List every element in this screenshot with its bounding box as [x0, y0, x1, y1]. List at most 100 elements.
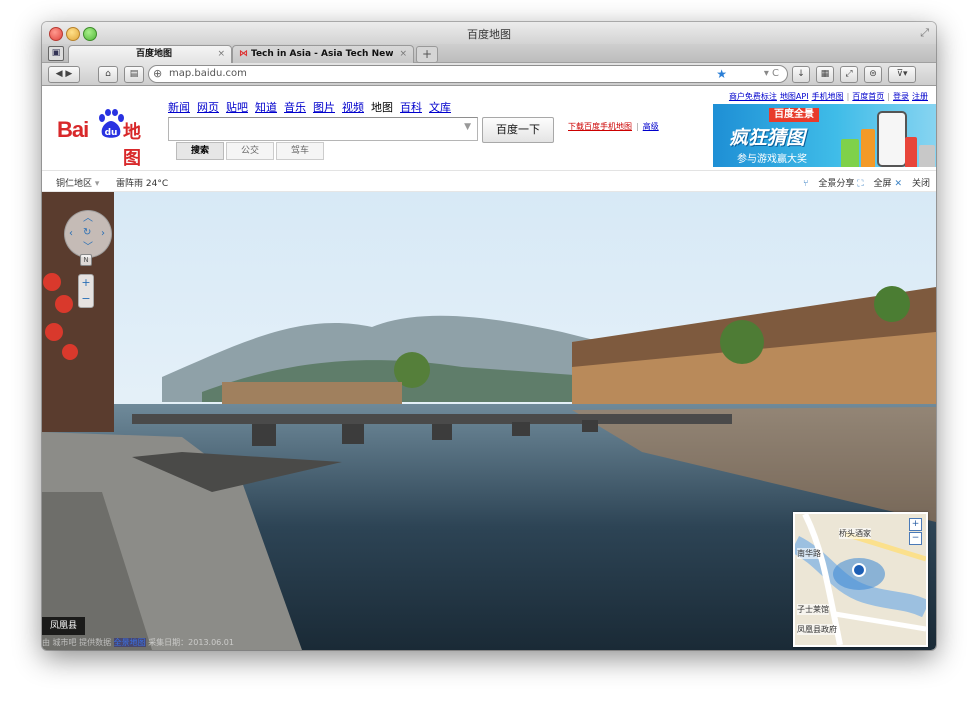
pocket-icon[interactable]: ⊽▾ [888, 66, 916, 83]
pan-control[interactable]: ︿ ‹ ↻ › ﹀ [64, 210, 112, 258]
nav-zhidao[interactable]: 知道 [255, 101, 277, 114]
home-button[interactable]: ⌂ [98, 66, 118, 83]
url-text: map.baidu.com [169, 68, 247, 79]
promo-banner[interactable]: 百度全景 疯狂猜图 参与游戏赢大奖 [713, 104, 936, 167]
nav-music[interactable]: 音乐 [284, 101, 306, 114]
banner-building [861, 129, 875, 167]
back-forward-buttons[interactable]: ◀ ▶ [48, 66, 80, 83]
mobile-map-link[interactable]: 手机地图 [812, 92, 844, 101]
tab-label: 百度地图 [135, 49, 172, 59]
rotate-icon[interactable]: ↻ [83, 228, 91, 238]
panorama-footer: 由 城市吧 提供数据 全景地图 采集日期：2013.06.01 [42, 637, 234, 648]
zoom-control: + − [78, 274, 94, 308]
download-mobile-map-link[interactable]: 下载百度手机地图 [568, 122, 632, 131]
tab-close-icon[interactable]: × [399, 46, 407, 63]
city-selector[interactable]: 铜仁地区 ▾ [56, 176, 99, 189]
tab-driving[interactable]: 驾车 [276, 142, 324, 160]
product-nav: 新闻 网页 贴吧 知道 音乐 图片 视频 地图 百科 文库 [168, 99, 458, 115]
logo-ditu-text: 地图 [123, 122, 141, 169]
minimap-label: 桥头酒家 [839, 528, 871, 539]
logo-bai-text: Bai [57, 117, 89, 142]
tab-transit[interactable]: 公交 [226, 142, 274, 160]
navigation-toolbar: ◀ ▶ ⌂ ▤ ⊕ map.baidu.com ★ ▾ C ↓ ▦ ⤢ ⊜ ⊽▾ [42, 63, 936, 86]
library-icon[interactable]: ▦ [816, 66, 834, 83]
tab-label: Tech in Asia - Asia Tech News f... [251, 49, 393, 59]
window-title: 百度地图 [467, 28, 511, 41]
footer-prefix: 由 城市吧 提供数据 [42, 638, 114, 647]
chevron-left-icon[interactable]: ‹ [69, 229, 73, 239]
tab-search[interactable]: 搜索 [176, 142, 224, 160]
nav-web[interactable]: 网页 [197, 101, 219, 114]
chevron-up-icon[interactable]: ︿ [83, 214, 93, 224]
sub-toolbar: 铜仁地区 ▾ 雷阵雨 24°C ⑂ 全景分享 ⛶ 全屏 ✕ 关闭 [42, 171, 936, 192]
nav-baike[interactable]: 百科 [400, 101, 422, 114]
banner-building [919, 145, 935, 167]
banner-building [905, 137, 917, 167]
street-view-panorama[interactable]: ︿ ‹ ↻ › ﹀ N + − 桥头酒家 子士莱馆 凤凰县政府 南华路 + − … [42, 192, 936, 650]
advanced-search-link[interactable]: 高级 [643, 122, 659, 131]
zoom-in-button[interactable]: + [79, 275, 93, 291]
minimap[interactable]: 桥头酒家 子士莱馆 凤凰县政府 南华路 + − [793, 512, 928, 647]
share-icon: ⑂ [802, 179, 809, 189]
top-links: 商户免费标注 地图API 手机地图 | 百度首页 | 登录 注册 [728, 92, 928, 101]
nav-wenku[interactable]: 文库 [429, 101, 451, 114]
baidu-map-logo[interactable]: Bai du 地图 [57, 109, 157, 169]
tab-baidu-map[interactable]: 百度地图 × [68, 45, 232, 63]
nav-map: 地图 [371, 101, 393, 114]
weather-info: 雷阵雨 24°C [116, 179, 169, 189]
register-link[interactable]: 注册 [912, 92, 928, 101]
tab-bar: ▣ 百度地图 × ⋈ Tech in Asia - Asia Tech News… [42, 44, 936, 63]
minimap-zoom-out-button[interactable]: − [909, 532, 922, 545]
tab-overview-icon[interactable]: ▣ [48, 46, 64, 61]
city-name: 铜仁地区 [56, 179, 93, 189]
bookmarks-button[interactable]: ▤ [124, 66, 144, 83]
baidu-home-link[interactable]: 百度首页 [852, 92, 884, 101]
minimap-label: 凤凰县政府 [797, 624, 837, 635]
footer-highlight-link[interactable]: 全景地图 [113, 638, 146, 647]
tab-tech-in-asia[interactable]: ⋈ Tech in Asia - Asia Tech News f... × [232, 45, 414, 63]
tab-close-icon[interactable]: × [217, 46, 225, 63]
minimap-label: 子士莱馆 [797, 604, 829, 615]
rss-icon[interactable]: ⊜ [864, 66, 882, 83]
download-icon[interactable]: ↓ [792, 66, 810, 83]
close-panorama-button[interactable]: 关闭 [912, 179, 930, 189]
compass-north-icon[interactable]: N [80, 254, 92, 266]
chevron-down-icon[interactable]: ▼ [464, 122, 471, 132]
minimap-zoom-in-button[interactable]: + [909, 518, 922, 531]
resize-icon[interactable]: ⤢ [840, 66, 858, 83]
chevron-right-icon[interactable]: › [101, 229, 105, 239]
location-label: 凤凰县 [42, 617, 86, 635]
browser-window: 百度地图 ⤢ ▣ 百度地图 × ⋈ Tech in Asia - Asia Te… [42, 22, 936, 650]
new-tab-button[interactable]: + [416, 46, 438, 63]
tech-in-asia-favicon-icon: ⋈ [239, 49, 248, 59]
page-content: Bai du 地图 新闻 网页 贴吧 知道 音乐 图片 视频 地图 百科 文库 ▼ 百度一下 [42, 86, 936, 650]
merchant-mark-link[interactable]: 商户免费标注 [729, 92, 777, 101]
address-bar[interactable]: ⊕ map.baidu.com ★ ▾ C [148, 65, 788, 83]
fullscreen-icon[interactable]: ⤢ [920, 26, 929, 40]
fullscreen-button[interactable]: 全屏 [874, 179, 892, 189]
banner-building [841, 139, 859, 167]
nav-video[interactable]: 视频 [342, 101, 364, 114]
baidu-header: Bai du 地图 新闻 网页 贴吧 知道 音乐 图片 视频 地图 百科 文库 ▼ 百度一下 [42, 86, 936, 171]
nav-news[interactable]: 新闻 [168, 101, 190, 114]
search-input[interactable]: ▼ [168, 117, 478, 141]
nav-tieba[interactable]: 贴吧 [226, 101, 248, 114]
fullscreen-icon: ⛶ [857, 179, 864, 189]
zoom-out-button[interactable]: − [79, 291, 93, 307]
chevron-down-icon[interactable]: ﹀ [83, 243, 93, 253]
banner-phone [877, 111, 907, 167]
map-api-link[interactable]: 地图API [780, 92, 809, 101]
nav-images[interactable]: 图片 [313, 101, 335, 114]
login-link[interactable]: 登录 [893, 92, 909, 101]
bookmark-star-icon[interactable]: ★ [716, 66, 727, 82]
search-button[interactable]: 百度一下 [482, 117, 554, 143]
banner-tag: 百度全景 [769, 108, 819, 122]
download-links: 下载百度手机地图 | 高级 [568, 122, 659, 131]
reload-icon[interactable]: ▾ C [764, 66, 779, 82]
logo-du-text: du [105, 128, 118, 138]
minimap-label: 南华路 [797, 548, 821, 559]
panorama-tools: ⑂ 全景分享 ⛶ 全屏 ✕ 关闭 [803, 176, 930, 189]
chevron-down-icon: ▾ [94, 179, 100, 189]
share-panorama-button[interactable]: 全景分享 [818, 179, 854, 189]
footer-suffix: 采集日期：2013.06.01 [145, 638, 234, 647]
